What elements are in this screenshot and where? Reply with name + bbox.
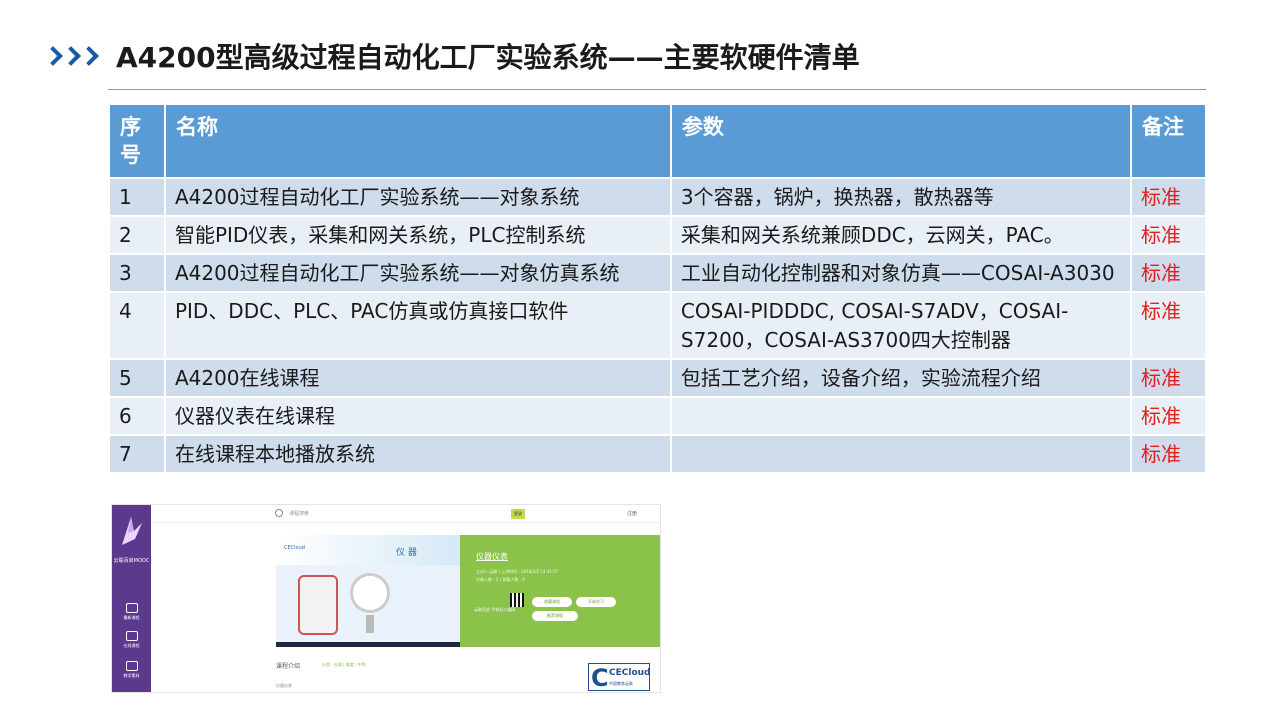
cell-note: 标准 xyxy=(1130,434,1207,474)
cell-no: 2 xyxy=(108,215,166,255)
cell-name: A4200过程自动化工厂实验系统——对象系统 xyxy=(163,177,672,217)
course-cover[interactable]: CECloud 仪 器 xyxy=(276,535,460,647)
list-icon xyxy=(125,661,138,671)
sidebar-item-label: 在线课程 xyxy=(123,643,140,648)
header-param: 参数 xyxy=(669,103,1133,179)
cell-name: PID、DDC、PLC、PAC仿真或仿真接口软件 xyxy=(163,291,672,360)
page-title: A4200型高级过程自动化工厂实验系统——主要软硬件清单 xyxy=(116,41,860,74)
table-row: 7 在线课程本地播放系统 标准 xyxy=(108,434,1207,474)
course-meta: 主讲人:云联 | 上传时间 : 2016/2/2 14:41:07 xyxy=(476,569,559,574)
title-divider xyxy=(108,89,1206,90)
table-row: 4 PID、DDC、PLC、PAC仿真或仿真接口软件 COSAI-PIDDDC,… xyxy=(108,291,1207,360)
search-icon[interactable] xyxy=(275,509,283,517)
cecloud-logo: C CECloud 中国教育云联 xyxy=(588,663,650,691)
cell-param xyxy=(669,434,1133,474)
cell-no: 4 xyxy=(108,291,166,360)
cell-param: 采集和网关系统兼顾DDC，云网关，PAC。 xyxy=(669,215,1133,255)
sidebar-item-label: 教学素材 xyxy=(123,673,140,678)
recommend-button[interactable]: 推荐课程 xyxy=(532,611,578,621)
sidebar-item-latest[interactable]: 最新课程 xyxy=(112,603,151,621)
chart-icon xyxy=(125,631,138,641)
cell-note: 标准 xyxy=(1130,396,1207,436)
course-screenshot: 云联百启MOOC 最新课程 在线课程 教学素材 课程搜索 登录 注册 CEClo… xyxy=(111,504,661,693)
table-row: 6 仪器仪表在线课程 标准 xyxy=(108,396,1207,436)
sidebar-item-material[interactable]: 教学素材 xyxy=(112,661,151,679)
valve-icon xyxy=(298,575,338,635)
table-header-row: 序号 名称 参数 备注 xyxy=(108,103,1207,179)
cell-param: 包括工艺介绍，设备介绍，实验流程介绍 xyxy=(669,358,1133,398)
screenshot-sidebar: 云联百启MOOC 最新课程 在线课程 教学素材 xyxy=(112,505,151,692)
course-title-link[interactable]: 仪器仪表 xyxy=(476,551,508,562)
sidebar-item-online[interactable]: 在线课程 xyxy=(112,631,151,649)
cell-note: 标准 xyxy=(1130,177,1207,217)
cell-note: 标准 xyxy=(1130,291,1207,360)
logo-text: CECloud xyxy=(609,668,651,678)
course-meta: 在线人数 : 2 | 观看人数 : 4 xyxy=(476,577,525,582)
cell-note: 标准 xyxy=(1130,215,1207,255)
cell-name: 仪器仪表在线课程 xyxy=(163,396,672,436)
cell-param: COSAI-PIDDDC, COSAI-S7ADV，COSAI-S7200，CO… xyxy=(669,291,1133,360)
start-learning-button[interactable]: 开始学习 xyxy=(576,597,616,607)
chevrons-icon xyxy=(43,46,100,66)
cell-name: A4200在线课程 xyxy=(163,358,672,398)
cell-note: 标准 xyxy=(1130,253,1207,293)
cell-no: 5 xyxy=(108,358,166,398)
login-button[interactable]: 登录 xyxy=(511,509,525,519)
cell-no: 1 xyxy=(108,177,166,217)
register-link[interactable]: 注册 xyxy=(627,510,637,517)
header-no: 序号 xyxy=(108,103,166,179)
logo-subtext: 中国教育云联 xyxy=(609,681,633,686)
table-row: 2 智能PID仪表，采集和网关系统，PLC控制系统 采集和网关系统兼顾DDC，云… xyxy=(108,215,1207,255)
cell-param: 3个容器，锅炉，换热器，散热器等 xyxy=(669,177,1133,217)
monitor-icon xyxy=(125,603,138,613)
title-bar: A4200型高级过程自动化工厂实验系统——主要软硬件清单 xyxy=(43,34,860,78)
table-row: 3 A4200过程自动化工厂实验系统——对象仿真系统 工业自动化控制器和对象仿真… xyxy=(108,253,1207,293)
table-row: 1 A4200过程自动化工厂实验系统——对象系统 3个容器，锅炉，换热器，散热器… xyxy=(108,177,1207,217)
intro-meta: 分类 : 仪器 | 难度 : 中等 xyxy=(322,662,366,667)
sidebar-item-label: 最新课程 xyxy=(123,615,140,620)
cover-title: 仪 器 xyxy=(396,548,417,558)
collect-button[interactable]: 收藏课程 xyxy=(532,597,572,607)
header-note: 备注 xyxy=(1130,103,1207,179)
cell-param: 工业自动化控制器和对象仿真——COSAI-A3030 xyxy=(669,253,1133,293)
course-info-panel: 仪器仪表 主讲人:云联 | 上传时间 : 2016/2/2 14:41:07 在… xyxy=(460,535,660,647)
cell-name: 智能PID仪表，采集和网关系统，PLC控制系统 xyxy=(163,215,672,255)
intro-subtitle: 仪器仪表 xyxy=(276,683,292,688)
sidebar-brand: 云联百启MOOC xyxy=(113,558,150,564)
pressure-gauge-icon xyxy=(350,573,390,613)
intro-heading: 课程介绍 xyxy=(276,663,301,670)
cell-name: A4200过程自动化工厂实验系统——对象仿真系统 xyxy=(163,253,672,293)
table-row: 5 A4200在线课程 包括工艺介绍，设备介绍，实验流程介绍 标准 xyxy=(108,358,1207,398)
cell-name: 在线课程本地播放系统 xyxy=(163,434,672,474)
cell-no: 6 xyxy=(108,396,166,436)
bird-logo-icon xyxy=(122,517,142,545)
cell-note: 标准 xyxy=(1130,358,1207,398)
cell-param xyxy=(669,396,1133,436)
qr-code-icon xyxy=(510,593,524,607)
cell-no: 3 xyxy=(108,253,166,293)
spec-table: 序号 名称 参数 备注 1 A4200过程自动化工厂实验系统——对象系统 3个容… xyxy=(108,103,1207,474)
screenshot-topbar: 课程搜索 登录 注册 xyxy=(151,505,660,523)
search-input[interactable]: 课程搜索 xyxy=(289,510,309,517)
qr-label: 云联百启 手机扫二维码 xyxy=(474,607,516,612)
cover-brand: CECloud xyxy=(284,545,305,551)
cell-no: 7 xyxy=(108,434,166,474)
header-name: 名称 xyxy=(163,103,672,179)
